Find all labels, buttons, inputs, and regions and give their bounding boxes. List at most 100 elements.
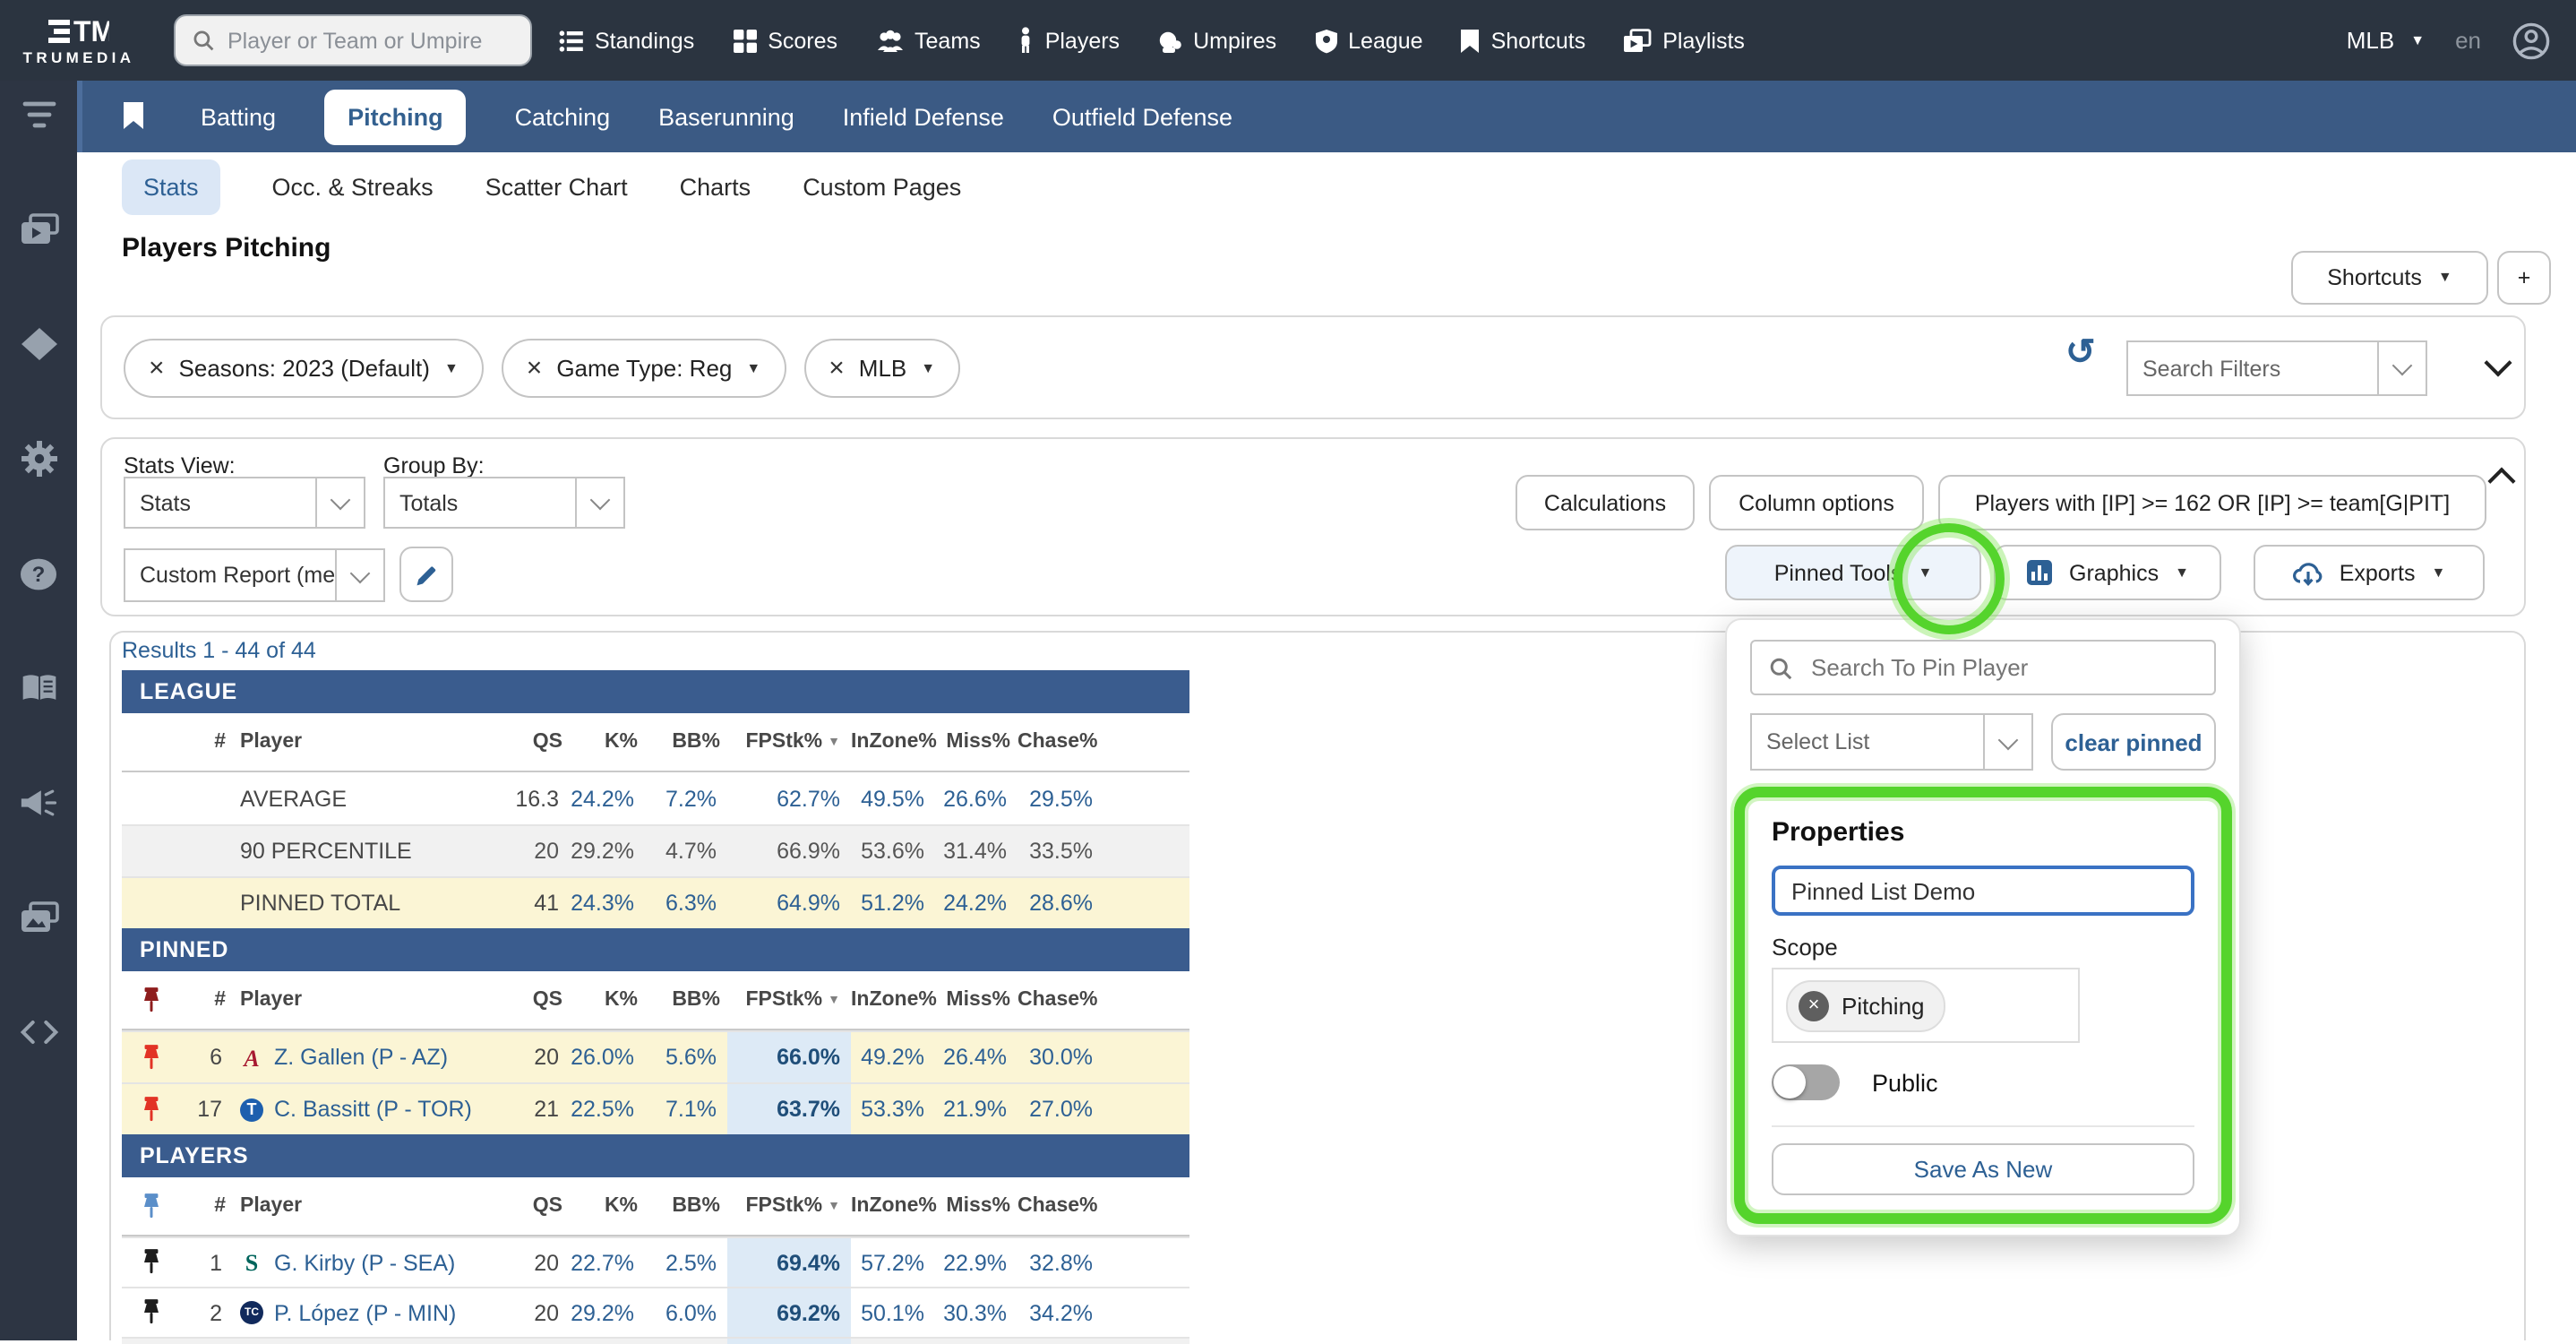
pinned-tools-button[interactable]: Pinned Tools ▼ (1725, 545, 1981, 600)
col-bb[interactable]: BB% (645, 731, 727, 753)
settings-gear-icon[interactable] (19, 437, 58, 480)
collapse-chevron-icon[interactable] (2484, 349, 2512, 376)
filter-chip-game-type[interactable]: × Game Type: Reg ▼ (502, 339, 786, 398)
tab-batting[interactable]: Batting (201, 103, 276, 130)
col-miss[interactable]: Miss% (935, 731, 1018, 753)
tab-scatter-chart[interactable]: Scatter Chart (485, 173, 628, 200)
filter-chip-mlb[interactable]: × MLB ▼ (803, 339, 960, 398)
remove-filter-icon[interactable]: × (829, 355, 845, 382)
remove-scope-icon[interactable]: × (1799, 990, 1829, 1021)
filter-chip-label: Seasons: 2023 (Default) (179, 355, 430, 382)
col-fpstk-sorted[interactable]: FPStk%▼ (727, 971, 851, 1029)
table-row-pinned-total: PINNED TOTAL 41 24.3% 6.3% 64.9% 51.2% 2… (122, 876, 1189, 928)
col-k[interactable]: K% (570, 731, 645, 753)
nav-teams[interactable]: Teams (875, 28, 981, 53)
col-player[interactable]: Player (233, 731, 484, 753)
tab-charts[interactable]: Charts (680, 173, 751, 200)
nav-players[interactable]: Players (1018, 27, 1120, 54)
pin-icon[interactable] (122, 1084, 179, 1134)
edit-report-button[interactable] (399, 547, 453, 602)
nav-league[interactable]: League (1314, 28, 1422, 53)
pin-player-search[interactable] (1750, 640, 2216, 695)
add-page-button[interactable]: + (2497, 251, 2551, 305)
query-filter-button[interactable]: Players with [IP] >= 162 OR [IP] >= team… (1938, 475, 2486, 530)
col-num[interactable]: # (179, 731, 233, 753)
scope-chip-pitching[interactable]: × Pitching (1786, 979, 1946, 1031)
player-link[interactable]: AZ. Gallen (P - AZ) (233, 1045, 484, 1070)
tab-pitching[interactable]: Pitching (324, 89, 467, 144)
col-inzone[interactable]: InZone% (851, 731, 935, 753)
tab-stats[interactable]: Stats (122, 159, 220, 214)
table-row-average: AVERAGE 16.3 24.2% 7.2% 62.7% 49.5% 26.6… (122, 772, 1189, 824)
remove-filter-icon[interactable]: × (149, 355, 165, 382)
global-search[interactable]: Player or Team or Umpire (174, 14, 532, 66)
exports-button[interactable]: Exports ▼ (2254, 545, 2485, 600)
pin-icon[interactable] (122, 1238, 179, 1287)
select-list-dropdown[interactable]: Select List (1750, 713, 2033, 771)
list-name-input[interactable] (1772, 866, 2194, 916)
tab-outfield-defense[interactable]: Outfield Defense (1052, 103, 1232, 130)
filter-icon[interactable] (19, 93, 58, 136)
column-options-button[interactable]: Column options (1709, 475, 1924, 530)
tab-baserunning[interactable]: Baserunning (658, 103, 794, 130)
player-link[interactable]: TC. Bassitt (P - TOR) (233, 1097, 484, 1122)
filter-chip-seasons[interactable]: × Seasons: 2023 (Default) ▼ (124, 339, 484, 398)
filter-chip-label: Game Type: Reg (556, 355, 732, 382)
glossary-book-icon[interactable] (19, 667, 58, 710)
nav-shortcuts[interactable]: Shortcuts (1461, 28, 1586, 53)
custom-report-value: Custom Report (me) (125, 550, 335, 600)
tab-custom-pages[interactable]: Custom Pages (803, 173, 961, 200)
public-toggle[interactable] (1772, 1064, 1840, 1100)
col-fpstk-sorted[interactable]: FPStk%▼ (727, 1177, 851, 1235)
col-qs[interactable]: QS (484, 731, 570, 753)
pin-player-search-input[interactable] (1807, 652, 2198, 683)
code-icon[interactable] (19, 1011, 58, 1054)
help-icon[interactable]: ? (19, 552, 58, 595)
tab-occ-streaks[interactable]: Occ. & Streaks (272, 173, 434, 200)
stats-view-select[interactable]: Stats (124, 477, 365, 529)
field-icon[interactable] (19, 323, 58, 366)
scores-icon (732, 28, 757, 53)
league-selector[interactable]: MLB ▼ (2347, 27, 2425, 54)
tab-infield-defense[interactable]: Infield Defense (843, 103, 1004, 130)
left-sidebar: ? (0, 81, 77, 1340)
user-avatar-icon[interactable] (2512, 21, 2551, 60)
nav-scores[interactable]: Scores (732, 28, 837, 53)
video-playlist-icon[interactable] (19, 208, 58, 251)
tools-buttons-row: Pinned Tools ▼ Graphics ▼ Exports ▼ (1725, 545, 2485, 600)
nav-playlists[interactable]: Playlists (1623, 28, 1745, 53)
bar-chart-icon (2026, 559, 2053, 586)
remove-filter-icon[interactable]: × (527, 355, 543, 382)
custom-report-select[interactable]: Custom Report (me) (124, 548, 385, 602)
tab-catching[interactable]: Catching (515, 103, 611, 130)
clear-pinned-button[interactable]: clear pinned (2051, 713, 2216, 771)
search-filters-select[interactable]: Search Filters (2126, 340, 2427, 396)
section-header-players: PLAYERS (122, 1134, 1189, 1177)
col-chase[interactable]: Chase% (1018, 731, 1103, 753)
save-as-new-button[interactable]: Save As New (1772, 1143, 2194, 1195)
collapse-chevron-icon[interactable] (2487, 467, 2515, 495)
filter-history-icon[interactable]: ↺ (2065, 330, 2096, 375)
trumedia-logo[interactable]: TM TRUMEDIA (0, 14, 158, 66)
nav-umpires[interactable]: Umpires (1157, 28, 1276, 53)
table-row-gallen: 6 AZ. Gallen (P - AZ) 20 26.0% 5.6% 66.0… (122, 1030, 1189, 1082)
pin-icon[interactable] (122, 1288, 179, 1337)
nav-standings[interactable]: Standings (559, 28, 694, 53)
pin-icon[interactable] (122, 1032, 179, 1082)
graphics-button[interactable]: Graphics ▼ (1994, 545, 2221, 600)
language-selector[interactable]: en (2455, 27, 2481, 54)
player-link[interactable]: SG. Kirby (P - SEA) (233, 1250, 484, 1275)
announcements-megaphone-icon[interactable] (19, 781, 58, 824)
results-count-link[interactable]: Results 1 - 44 of 44 (122, 638, 316, 663)
col-fpstk-sorted[interactable]: FPStk%▼ (727, 713, 851, 771)
shortcuts-button[interactable]: Shortcuts ▼ (2291, 251, 2488, 305)
player-link[interactable]: TCP. López (P - MIN) (233, 1300, 484, 1325)
scope-box[interactable]: × Pitching (1772, 968, 2080, 1043)
calculations-button[interactable]: Calculations (1516, 475, 1695, 530)
bookmark-icon[interactable] (122, 102, 145, 131)
team-logo-min: TC (240, 1301, 263, 1324)
image-gallery-icon[interactable] (19, 896, 58, 939)
group-by-select[interactable]: Totals (383, 477, 625, 529)
sport-tabs: Batting Pitching Catching Baserunning In… (201, 89, 1232, 144)
nav-label: League (1348, 28, 1422, 53)
